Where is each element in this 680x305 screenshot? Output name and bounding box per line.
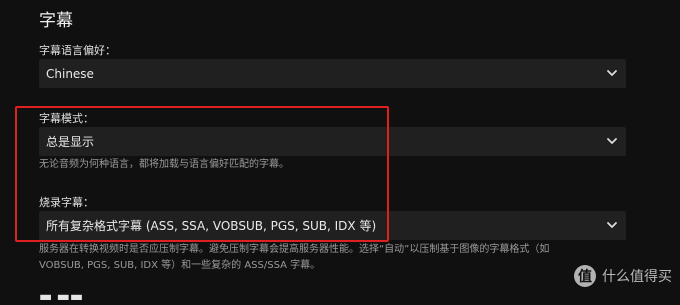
watermark-logo-icon: 值 [574,265,596,287]
language-pref-value: Chinese [46,66,94,81]
chevron-down-icon [607,138,617,144]
chevron-down-icon [607,70,617,76]
section-title: 字幕 [39,11,73,31]
annotation-highlight-box [15,106,389,242]
language-pref-select[interactable]: Chinese [39,59,626,88]
burn-in-help-line-2: VOBSUB, PGS, SUB, IDX 等）和一些复杂的 ASS/SSA 字… [39,260,321,271]
watermark: 值 什么值得买 [574,265,672,287]
next-section-heading-cut: ▬ ▬▬ [39,289,84,305]
language-pref-label: 字幕语言偏好： [39,44,116,57]
watermark-text: 什么值得买 [602,269,672,285]
chevron-down-icon [607,222,617,228]
burn-in-help-line-1: 服务器在转换视频时是否应压制字幕。避免压制字幕会提高服务器性能。选择“自动”以压… [39,244,550,255]
